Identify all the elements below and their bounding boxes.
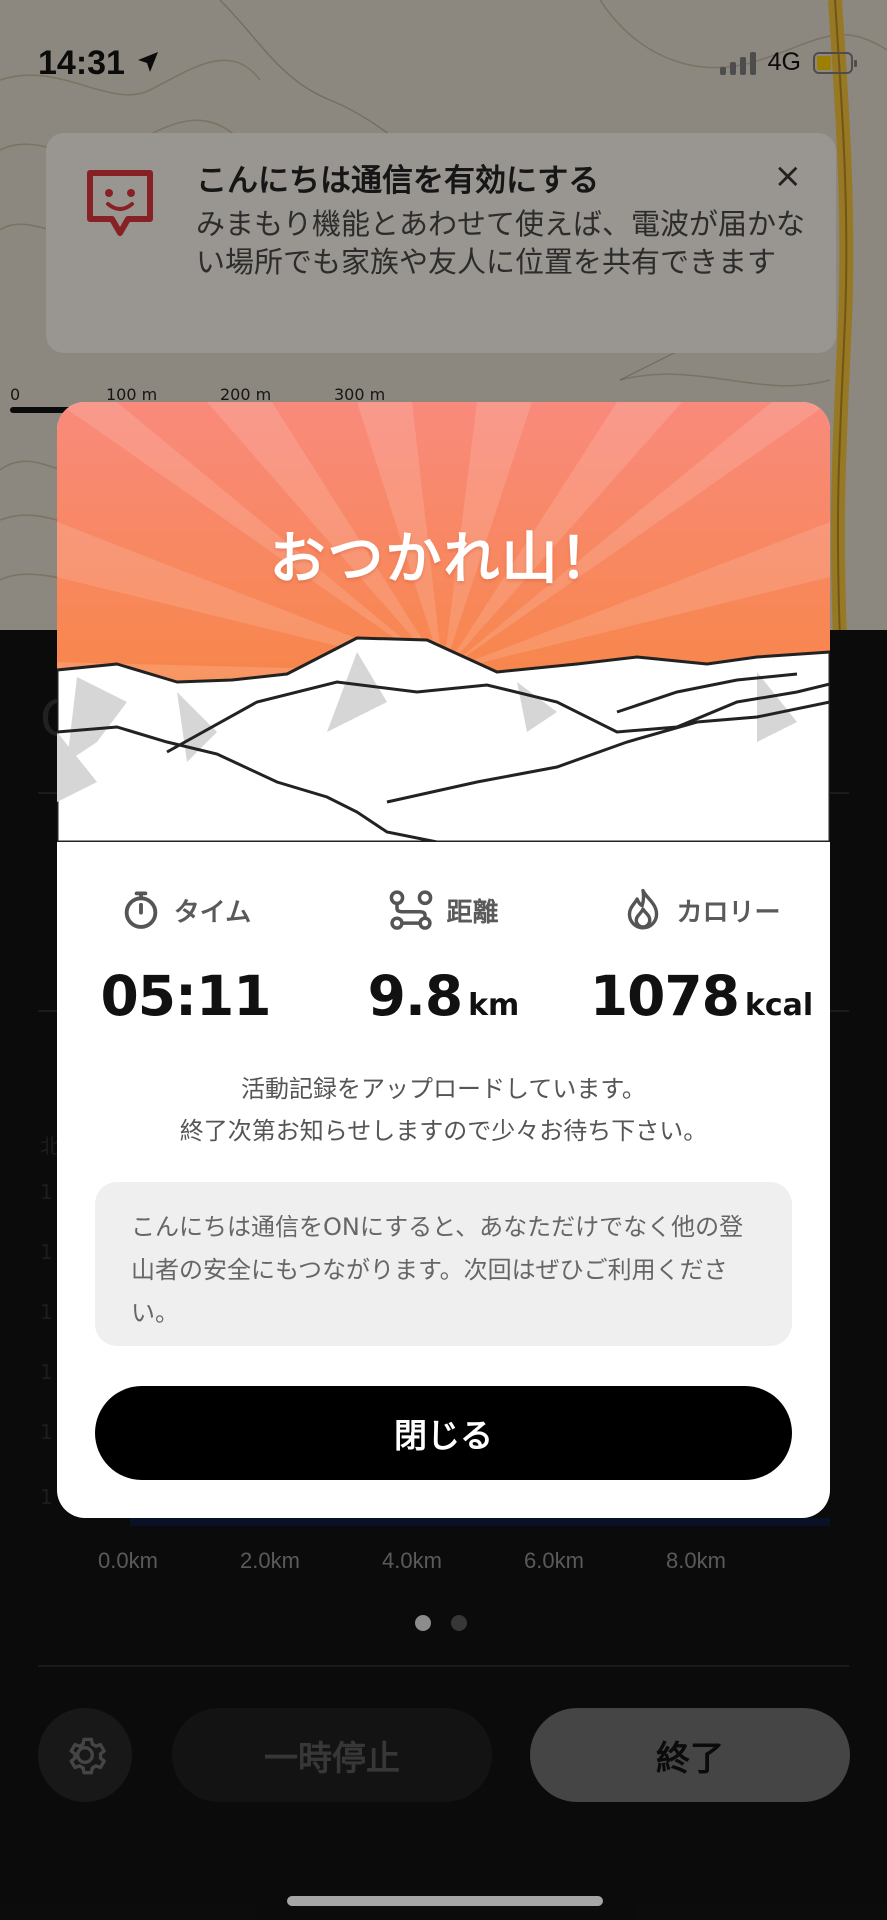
flame-icon	[628, 888, 659, 930]
route-icon	[390, 890, 433, 930]
stat-calories-label: カロリー	[676, 897, 781, 928]
activity-complete-modal: おつかれ山！ タイム 05:11 距離 9.8 km カロリー 1078 kca…	[57, 402, 830, 1518]
upload-status-line: 活動記録をアップロードしています。	[241, 1075, 646, 1103]
modal-title: おつかれ山！	[269, 527, 618, 592]
close-button[interactable]: 閉じる	[95, 1386, 792, 1480]
stat-time: タイム 05:11	[57, 882, 314, 1028]
stat-distance: 距離 9.8 km	[315, 882, 572, 1028]
stat-calories: カロリー 1078 kcal	[573, 882, 830, 1028]
upload-status-message: 活動記録をアップロードしています。 終了次第お知らせしますので少々お待ち下さい。	[57, 1068, 830, 1152]
stat-calories-value: 1078	[589, 964, 740, 1028]
stat-distance-unit: km	[468, 988, 520, 1023]
stat-calories-unit: kcal	[744, 988, 814, 1023]
stat-distance-value: 9.8	[367, 964, 463, 1028]
activity-stats: タイム 05:11 距離 9.8 km カロリー 1078 kcal	[57, 882, 830, 1028]
stopwatch-icon	[124, 891, 158, 929]
communication-info-box: こんにちは通信をONにすると、あなただけでなく他の登山者の安全にもつながります。…	[95, 1182, 792, 1346]
mountain-sunrise-illustration	[57, 402, 830, 842]
upload-status-line: 終了次第お知らせしますので少々お待ち下さい。	[179, 1117, 708, 1145]
stat-time-label: タイム	[173, 897, 252, 928]
stat-distance-label: 距離	[446, 897, 499, 928]
stat-time-value: 05:11	[100, 964, 271, 1028]
